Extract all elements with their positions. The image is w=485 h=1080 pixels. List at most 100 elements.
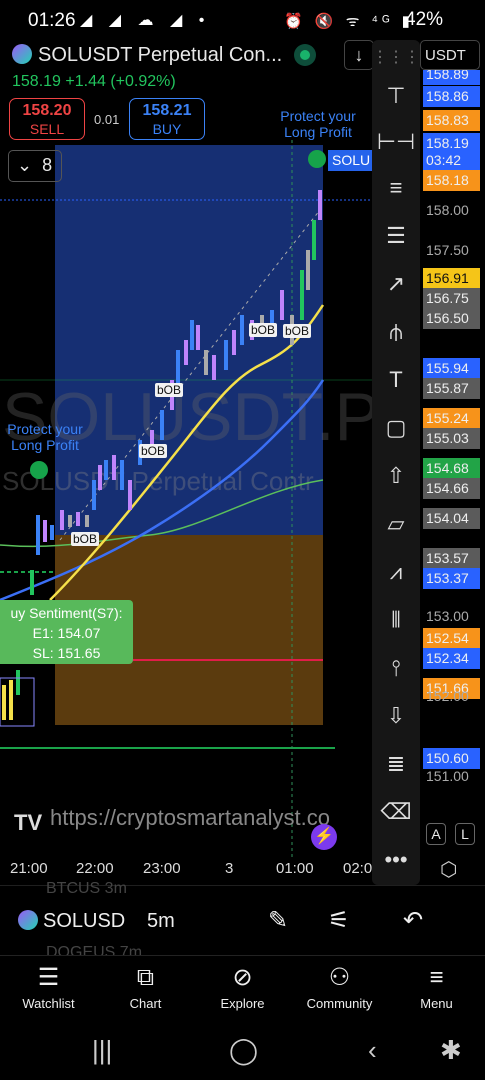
bob-label: bOB bbox=[283, 324, 312, 338]
sentiment-title: uy Sentiment(S7): bbox=[10, 605, 123, 621]
system-icons: ⏰ 🔇 ᯤ ⁴ᴳ ▮ bbox=[284, 13, 414, 30]
price-chart[interactable]: SOLUSDT.P, SOLUSDT Perpetual Contr bbox=[0, 140, 372, 860]
settings-icon[interactable]: ⬡ bbox=[440, 857, 457, 882]
symbol-title[interactable]: SOLUSDT Perpetual Con... bbox=[12, 44, 342, 72]
solana-logo-icon bbox=[18, 910, 38, 930]
drag-handle-icon[interactable]: ⋮⋮⋮ bbox=[372, 40, 420, 76]
nav-explore[interactable]: ⊘ Explore bbox=[194, 962, 291, 1011]
price-tick: 153.00 bbox=[426, 608, 469, 624]
community-icon: ⚇ bbox=[328, 964, 351, 991]
live-status-icon bbox=[294, 44, 316, 66]
chart-icon: ⧉ bbox=[136, 964, 155, 991]
price-label: 154.68 bbox=[423, 458, 480, 479]
price-label: 158.86 bbox=[423, 86, 480, 107]
chart-watermark-sub: SOLUSDT Perpetual Contr bbox=[2, 466, 314, 496]
horizontal-ray-icon[interactable]: ≣ bbox=[372, 746, 420, 782]
nav-chart[interactable]: ⧉ Chart bbox=[97, 962, 194, 1011]
pitchfork-icon[interactable]: ⫛ bbox=[372, 314, 420, 350]
price-label: 153.37 bbox=[423, 568, 480, 589]
price-tick: 152.00 bbox=[426, 688, 469, 704]
price-scale[interactable]: 158.89 158.86 158.83 158.19 03:42 158.18 156.9… bbox=[420, 70, 485, 815]
trend-line-icon[interactable]: ↗ bbox=[372, 266, 420, 302]
symbol-selector[interactable]: SOLUSD bbox=[18, 910, 125, 933]
pencil-icon[interactable]: ✎ bbox=[268, 906, 288, 935]
horizontal-line-icon[interactable]: ⊤ bbox=[372, 78, 420, 114]
price-label-icon[interactable]: ⫯ bbox=[372, 650, 420, 686]
fib-icon[interactable]: ☰ bbox=[372, 218, 420, 254]
price-label: 154.66 bbox=[423, 478, 480, 499]
chevron-down-icon: ⌄ bbox=[17, 155, 33, 175]
price-change: +1.44 bbox=[65, 73, 106, 90]
time-label: 02:0 bbox=[343, 860, 373, 877]
symbol-price-tag: SOLU bbox=[328, 150, 374, 171]
signal-dot bbox=[30, 461, 48, 479]
price-label: 155.87 bbox=[423, 378, 480, 399]
accessibility-icon[interactable]: ✱ bbox=[440, 1035, 462, 1066]
menu-icon: ≡ bbox=[429, 964, 444, 991]
download-icon[interactable]: ↓ bbox=[344, 40, 374, 70]
bob-label: bOB bbox=[249, 323, 278, 337]
last-price: 158.19 bbox=[12, 73, 61, 90]
sell-button[interactable]: 158.20 SELL bbox=[9, 98, 85, 140]
buy-button[interactable]: 158.21 BUY bbox=[129, 98, 205, 140]
bottom-nav: ☰ Watchlist ⧉ Chart ⊘ Explore ⚇ Community ≡ M… bbox=[0, 955, 485, 1025]
auto-scale-button[interactable]: A bbox=[426, 823, 446, 845]
price-tick: 158.00 bbox=[426, 202, 469, 218]
signal-dot bbox=[308, 150, 326, 168]
price-label: 03:42 bbox=[423, 150, 480, 171]
time-label: 01:00 bbox=[276, 860, 314, 877]
brush-icon[interactable]: ▱ bbox=[372, 506, 420, 542]
protect-profit-label: Protect your Long Profit bbox=[7, 421, 83, 453]
price-label: 158.18 bbox=[423, 170, 480, 191]
spread-value: 0.01 bbox=[94, 112, 120, 127]
symbol-toolbar: BTCUS 3m DOGEUS 7m SOLUSD 5m ✎ ⚟ ↶ bbox=[0, 880, 485, 961]
price-label: 152.34 bbox=[423, 648, 480, 669]
sell-label: SELL bbox=[29, 121, 65, 137]
nav-watchlist[interactable]: ☰ Watchlist bbox=[0, 962, 97, 1011]
tradingview-logo: TV bbox=[14, 810, 43, 835]
quote-currency-select[interactable]: USDT ⌄ bbox=[420, 40, 480, 82]
nav-community[interactable]: ⚇ Community bbox=[291, 962, 388, 1011]
status-bar: 01:26 ◢ ◢ ☁ ◢ • ⏰ 🔇 ᯤ ⁴ᴳ ▮ 42% bbox=[0, 0, 485, 40]
price-label: 156.50 bbox=[423, 308, 480, 329]
price-label: 158.89 bbox=[423, 70, 480, 85]
undo-icon[interactable]: ↶ bbox=[403, 906, 423, 935]
sliders-icon[interactable]: ⚟ bbox=[328, 906, 350, 935]
text-icon[interactable]: T bbox=[372, 362, 420, 398]
recents-icon[interactable]: ||| bbox=[92, 1035, 112, 1066]
price-label: 156.75 bbox=[423, 288, 480, 309]
compass-icon: ⊘ bbox=[232, 964, 253, 991]
price-change-pct: (+0.92%) bbox=[110, 73, 176, 90]
home-icon[interactable]: ◯ bbox=[229, 1035, 258, 1066]
more-icon[interactable]: ••• bbox=[372, 842, 420, 878]
indicators-toggle[interactable]: ⌄ 8 bbox=[8, 150, 62, 182]
battery-level: 42% bbox=[405, 9, 444, 30]
bob-label: bOB bbox=[155, 383, 184, 397]
nav-menu[interactable]: ≡ Menu bbox=[388, 962, 485, 1011]
price-label: 156.91 bbox=[423, 268, 480, 289]
time-label: 23:00 bbox=[143, 860, 181, 877]
price-label: 150.60 bbox=[423, 748, 480, 769]
flash-icon[interactable]: ⚡ bbox=[311, 824, 337, 850]
timeframe-selector[interactable]: 5m bbox=[147, 910, 175, 933]
protect-profit-label: Protect your Long Profit bbox=[280, 108, 356, 140]
bob-label: bOB bbox=[71, 532, 100, 546]
rectangle-icon[interactable]: ▢ bbox=[372, 410, 420, 446]
pattern-icon[interactable]: ⩘ bbox=[372, 554, 420, 590]
log-scale-button[interactable]: L bbox=[455, 823, 475, 845]
back-icon[interactable]: ‹ bbox=[368, 1035, 377, 1066]
sentiment-entry: E1: 154.07 bbox=[32, 625, 101, 641]
long-position-icon[interactable]: ⫴ bbox=[372, 602, 420, 638]
notification-icons: ◢ ◢ ☁ ◢ • bbox=[80, 12, 211, 29]
drawing-toolbar: ⋮⋮⋮ ⊤ ⊢⊣ ≡ ☰ ↗ ⫛ T ▢ ⇧ ▱ ⩘ ⫴ ⫯ ⇩ ≣ ⌫ ••• bbox=[372, 40, 420, 885]
arrow-down-icon[interactable]: ⇩ bbox=[372, 698, 420, 734]
time-axis: 21:00 22:00 23:00 3 01:00 02:0 bbox=[0, 860, 372, 880]
arrow-up-icon[interactable]: ⇧ bbox=[372, 458, 420, 494]
watchlist-icon: ☰ bbox=[37, 964, 60, 991]
price-tick: 157.50 bbox=[426, 242, 469, 258]
price-label: 152.54 bbox=[423, 628, 480, 649]
measure-icon[interactable]: ⊢⊣ bbox=[372, 124, 420, 160]
eraser-icon[interactable]: ⌫ bbox=[372, 794, 420, 830]
price-label: 155.03 bbox=[423, 428, 480, 449]
parallel-channel-icon[interactable]: ≡ bbox=[372, 170, 420, 206]
